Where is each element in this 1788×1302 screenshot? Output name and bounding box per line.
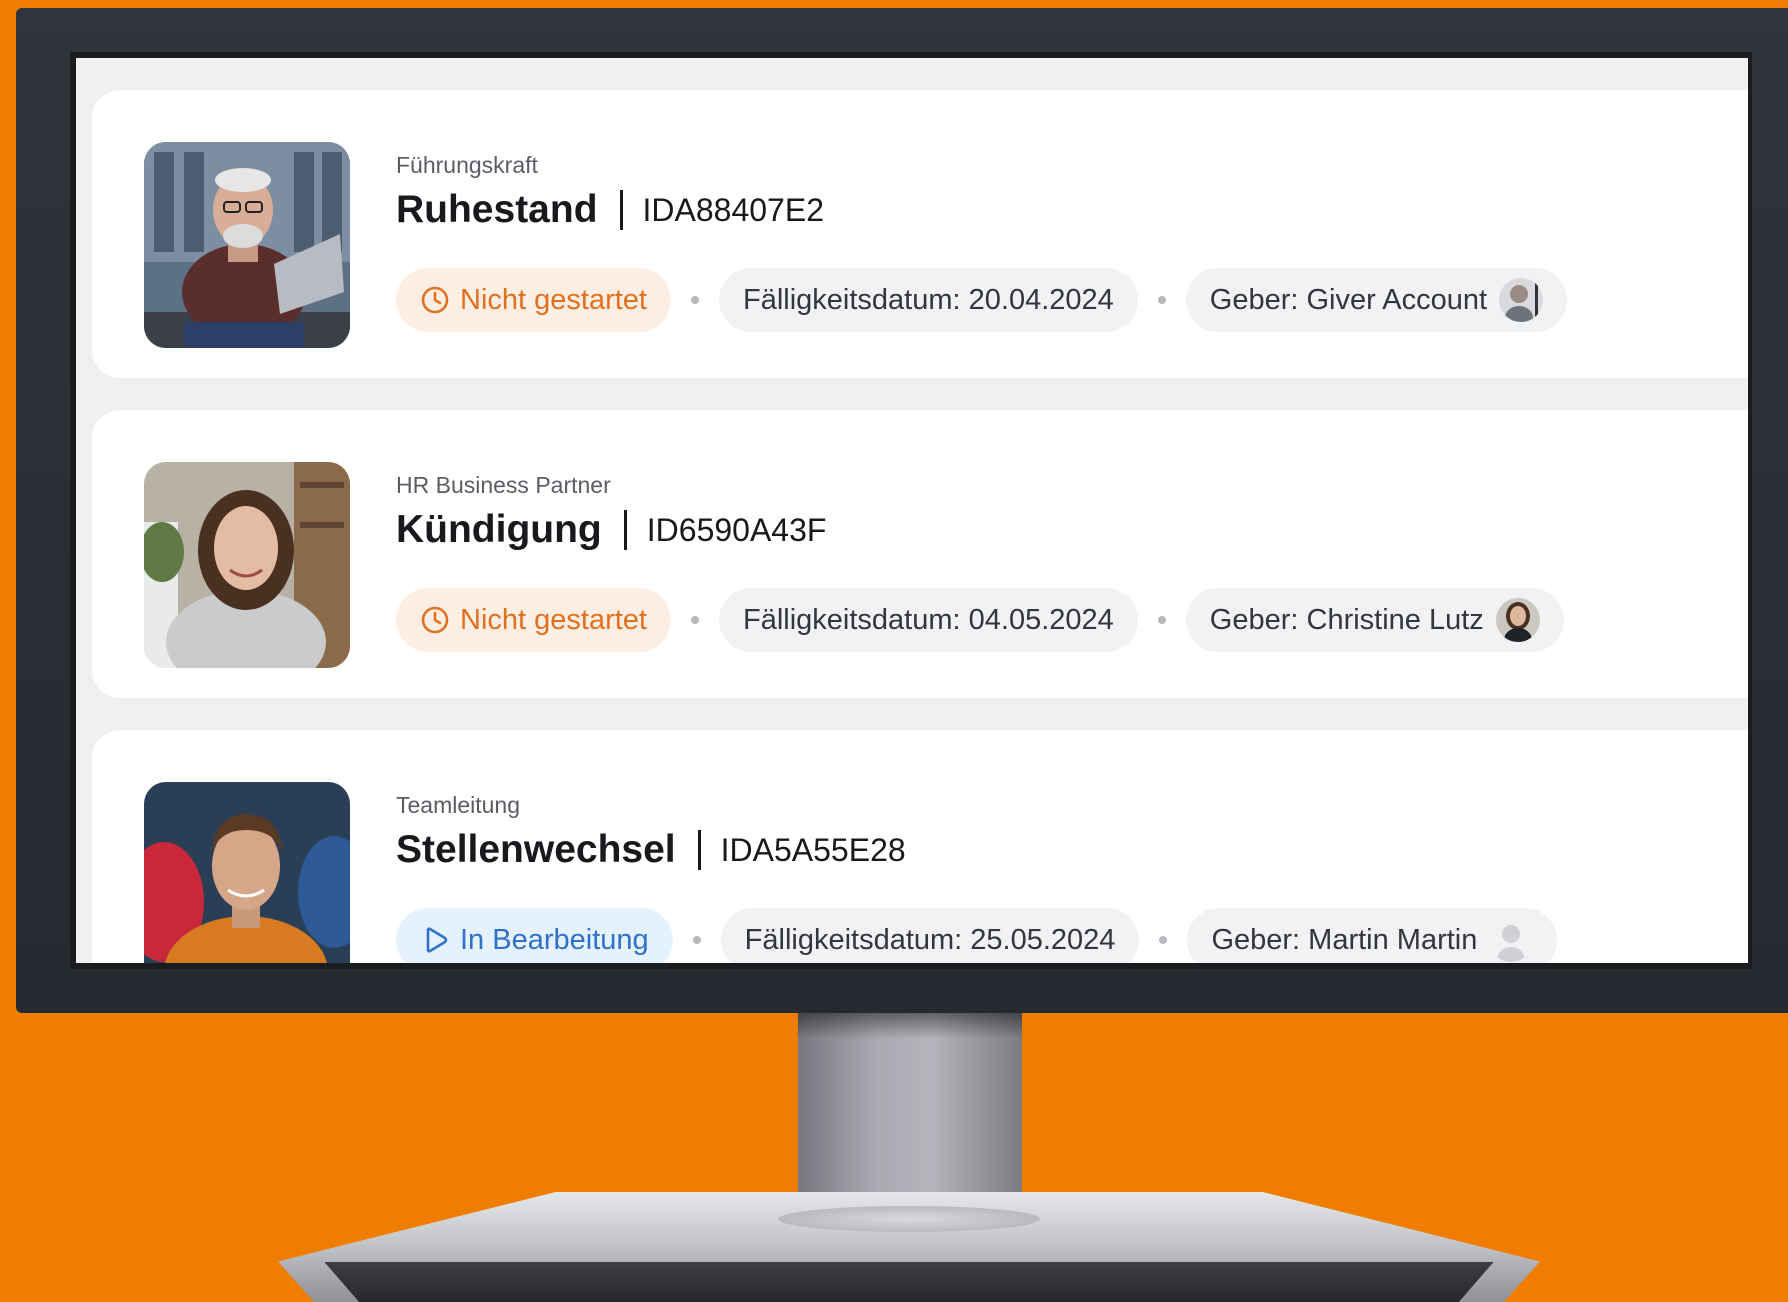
- status-label: Nicht gestartet: [460, 283, 647, 316]
- meta-dot-separator: [1157, 616, 1166, 624]
- due-date-label: Fälligkeitsdatum: 25.05.2024: [744, 923, 1116, 956]
- avatar: [1499, 278, 1544, 322]
- title-separator: [697, 830, 701, 870]
- giver-label: Geber: Giver Account: [1209, 283, 1488, 316]
- task-title[interactable]: Kündigung: [396, 508, 602, 552]
- task-title-row: Stellenwechsel IDA5A55E28: [396, 828, 906, 872]
- task-meta-row: Nicht gestartet Fälligkeitsdatum: 20.04.…: [396, 268, 1568, 332]
- status-label: Nicht gestartet: [460, 603, 647, 636]
- task-role: HR Business Partner: [396, 472, 611, 498]
- task-card[interactable]: Führungskraft Ruhestand IDA88407E2 Nicht…: [92, 90, 1748, 378]
- task-id: IDA5A55E28: [720, 831, 906, 868]
- due-date-badge: Fälligkeitsdatum: 04.05.2024: [718, 588, 1138, 652]
- task-role: Führungskraft: [396, 152, 538, 178]
- status-badge: In Bearbeitung: [396, 908, 673, 963]
- meta-dot-separator: [690, 616, 699, 624]
- monitor-stand-base-edge: [324, 1262, 1494, 1302]
- meta-dot-separator: [1159, 936, 1168, 944]
- task-card[interactable]: HR Business Partner Kündigung ID6590A43F…: [92, 410, 1748, 698]
- task-card[interactable]: Teamleitung Stellenwechsel IDA5A55E28 In…: [92, 730, 1748, 963]
- monitor-stand-joint: [778, 1206, 1040, 1232]
- task-id: IDA88407E2: [642, 191, 824, 228]
- avatar: [1489, 918, 1534, 962]
- giver-label: Geber: Christine Lutz: [1209, 603, 1484, 636]
- task-title-row: Kündigung ID6590A43F: [396, 508, 826, 552]
- task-photo: [144, 142, 350, 348]
- title-separator: [619, 190, 623, 230]
- task-meta-row: In Bearbeitung Fälligkeitsdatum: 25.05.2…: [396, 908, 1558, 963]
- due-date-label: Fälligkeitsdatum: 20.04.2024: [742, 283, 1114, 316]
- due-date-badge: Fälligkeitsdatum: 25.05.2024: [720, 908, 1140, 963]
- status-badge: Nicht gestartet: [396, 588, 671, 652]
- task-photo: [144, 462, 350, 668]
- task-title[interactable]: Stellenwechsel: [396, 828, 676, 872]
- title-separator: [623, 510, 627, 550]
- giver-badge: Geber: Christine Lutz: [1185, 588, 1564, 652]
- task-photo: [144, 782, 350, 963]
- status-badge: Nicht gestartet: [396, 268, 671, 332]
- app-screen: Führungskraft Ruhestand IDA88407E2 Nicht…: [76, 58, 1748, 963]
- task-title-row: Ruhestand IDA88407E2: [396, 188, 824, 232]
- meta-dot-separator: [1157, 296, 1166, 304]
- monitor-stand-shadow: [798, 1013, 1022, 1039]
- giver-label: Geber: Martin Martin: [1211, 923, 1478, 956]
- play-outline-icon: [420, 925, 450, 955]
- clock-icon: [420, 285, 450, 315]
- meta-dot-separator: [692, 936, 701, 944]
- due-date-label: Fälligkeitsdatum: 04.05.2024: [742, 603, 1114, 636]
- monitor-stand-neck: [798, 1013, 1022, 1223]
- giver-badge: Geber: Martin Martin: [1187, 908, 1558, 963]
- meta-dot-separator: [690, 296, 699, 304]
- due-date-badge: Fälligkeitsdatum: 20.04.2024: [718, 268, 1138, 332]
- status-label: In Bearbeitung: [460, 923, 649, 956]
- task-title[interactable]: Ruhestand: [396, 188, 598, 232]
- task-id: ID6590A43F: [646, 511, 827, 548]
- task-role: Teamleitung: [396, 792, 521, 818]
- clock-icon: [420, 605, 450, 635]
- giver-badge: Geber: Giver Account: [1185, 268, 1568, 332]
- task-meta-row: Nicht gestartet Fälligkeitsdatum: 04.05.…: [396, 588, 1564, 652]
- avatar: [1495, 598, 1540, 642]
